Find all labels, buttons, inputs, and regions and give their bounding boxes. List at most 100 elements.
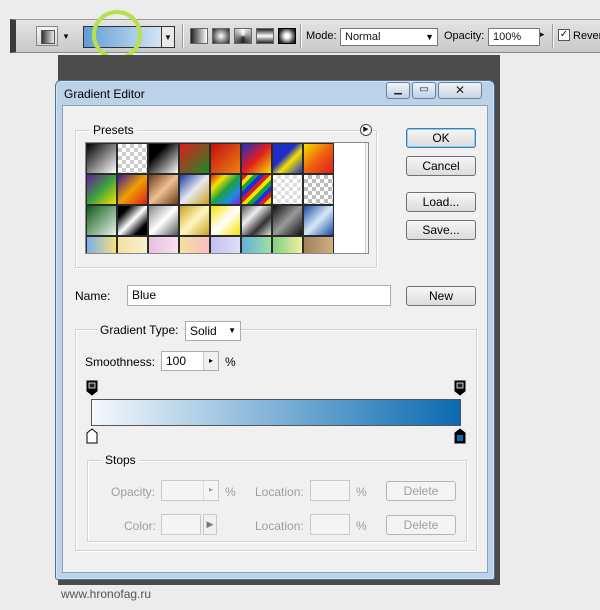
presets-group: Presets ▶ — [75, 123, 377, 268]
stop-opacity-unit: % — [225, 485, 236, 499]
smoothness-input[interactable]: 100 ▸ — [161, 351, 219, 371]
preset-swatch[interactable] — [117, 236, 148, 253]
preset-swatch[interactable] — [179, 236, 210, 253]
gradient-tool-icon — [41, 30, 55, 44]
play-icon: ▶ — [363, 126, 369, 133]
preset-swatch[interactable] — [210, 174, 241, 205]
preset-swatch[interactable] — [179, 143, 210, 174]
preset-swatch[interactable] — [210, 236, 241, 253]
preset-swatch[interactable] — [241, 205, 272, 236]
gradient-picker-button[interactable]: ▼ — [161, 26, 175, 48]
preset-swatch[interactable] — [117, 205, 148, 236]
minimize-icon: ▁ — [394, 84, 402, 95]
smoothness-unit: % — [225, 355, 236, 369]
gradient-editor-dialog: Gradient Editor ▁ ▭ ✕ Presets ▶ OK Cance… — [55, 80, 495, 580]
chevron-right-icon[interactable]: ▸ — [203, 352, 218, 370]
stop-color-location-label: Location: — [255, 519, 304, 533]
minimize-button[interactable]: ▁ — [386, 82, 410, 99]
opacity-stop-right[interactable] — [454, 380, 466, 396]
preset-swatch[interactable] — [86, 205, 117, 236]
separator — [552, 24, 554, 48]
separator — [182, 24, 184, 48]
preset-swatch[interactable] — [148, 174, 179, 205]
preset-swatch[interactable] — [303, 236, 334, 253]
gradient-type-value: Solid — [190, 324, 217, 338]
reverse-checkbox[interactable]: ✓ — [558, 29, 570, 41]
ok-button[interactable]: OK — [406, 128, 476, 148]
angle-gradient-icon[interactable] — [234, 28, 252, 44]
mode-select[interactable]: Normal ▼ — [340, 28, 438, 46]
chevron-right-icon[interactable]: ▸ — [203, 481, 218, 500]
maximize-button[interactable]: ▭ — [412, 82, 436, 99]
opacity-stop-left[interactable] — [86, 380, 98, 396]
stop-color-location-unit: % — [356, 519, 367, 533]
stop-opacity-input[interactable]: ▸ — [161, 480, 219, 501]
preset-swatch[interactable] — [179, 174, 210, 205]
stop-color-swatch[interactable] — [161, 514, 201, 535]
preset-swatch[interactable] — [179, 205, 210, 236]
preset-swatch[interactable] — [86, 143, 117, 174]
stops-label: Stops — [102, 453, 139, 467]
chevron-down-icon: ▼ — [228, 326, 236, 335]
maximize-icon: ▭ — [419, 84, 429, 95]
name-label: Name: — [75, 289, 111, 303]
reverse-label: Reverse — [573, 30, 600, 42]
preset-swatch[interactable] — [303, 174, 334, 205]
preset-swatch[interactable] — [117, 174, 148, 205]
preset-swatch[interactable] — [272, 174, 303, 205]
radial-gradient-icon[interactable] — [212, 28, 230, 44]
name-input[interactable]: Blue — [127, 285, 391, 306]
smoothness-label: Smoothness: — [85, 355, 156, 369]
stop-color-label: Color: — [124, 519, 157, 533]
preset-swatch[interactable] — [241, 143, 272, 174]
stop-color-location-input[interactable] — [310, 514, 350, 535]
color-stop-left[interactable] — [86, 428, 98, 444]
preset-swatch[interactable] — [117, 143, 148, 174]
scrollbar-thumb[interactable] — [368, 159, 369, 185]
preset-swatch[interactable] — [272, 205, 303, 236]
preset-swatch[interactable] — [241, 174, 272, 205]
opacity-field[interactable]: 100% — [488, 28, 540, 46]
preset-swatch[interactable] — [303, 143, 334, 174]
load-button[interactable]: Load... — [406, 192, 476, 212]
stop-opacity-location-input[interactable] — [310, 480, 350, 501]
preset-swatch[interactable] — [210, 205, 241, 236]
preset-swatch[interactable] — [86, 236, 117, 253]
preset-swatch[interactable] — [148, 205, 179, 236]
presets-menu-button[interactable]: ▶ — [360, 124, 372, 136]
gradient-bar[interactable] — [91, 399, 461, 426]
watermark-text: www.hronofag.ru — [61, 587, 152, 601]
chevron-right-icon[interactable]: ▸ — [540, 29, 545, 40]
chevron-down-icon: ▼ — [425, 32, 434, 42]
close-button[interactable]: ✕ — [438, 82, 482, 99]
stop-color-menu-button[interactable]: ▶ — [203, 514, 217, 535]
preset-swatch[interactable] — [272, 143, 303, 174]
presets-scrollbar[interactable]: ▲ ▼ — [365, 143, 369, 253]
preset-swatch[interactable] — [148, 236, 179, 253]
delete-opacity-stop-button[interactable]: Delete — [386, 481, 456, 501]
opacity-label: Opacity: — [444, 30, 485, 42]
color-stop-right[interactable] — [454, 428, 466, 444]
delete-color-stop-button[interactable]: Delete — [386, 515, 456, 535]
stop-opacity-location-label: Location: — [255, 485, 304, 499]
preset-swatch[interactable] — [210, 143, 241, 174]
save-button[interactable]: Save... — [406, 220, 476, 240]
preset-swatch[interactable] — [272, 236, 303, 253]
preset-swatch[interactable] — [148, 143, 179, 174]
check-icon: ✓ — [559, 29, 569, 40]
separator — [300, 24, 302, 48]
reflected-gradient-icon[interactable] — [256, 28, 274, 44]
linear-gradient-icon[interactable] — [190, 28, 208, 44]
presets-label: Presets — [90, 123, 137, 137]
cancel-button[interactable]: Cancel — [406, 156, 476, 176]
preset-swatch[interactable] — [241, 236, 272, 253]
preset-swatch[interactable] — [303, 205, 334, 236]
chevron-down-icon[interactable]: ▼ — [62, 32, 70, 41]
new-button[interactable]: New — [406, 286, 476, 306]
chevron-down-icon: ▼ — [164, 33, 172, 42]
diamond-gradient-icon[interactable] — [278, 28, 296, 44]
mode-value: Normal — [345, 31, 381, 43]
gradient-type-select[interactable]: Solid ▼ — [185, 321, 241, 341]
preset-swatch[interactable] — [86, 174, 117, 205]
tool-preset-picker[interactable] — [36, 26, 58, 46]
